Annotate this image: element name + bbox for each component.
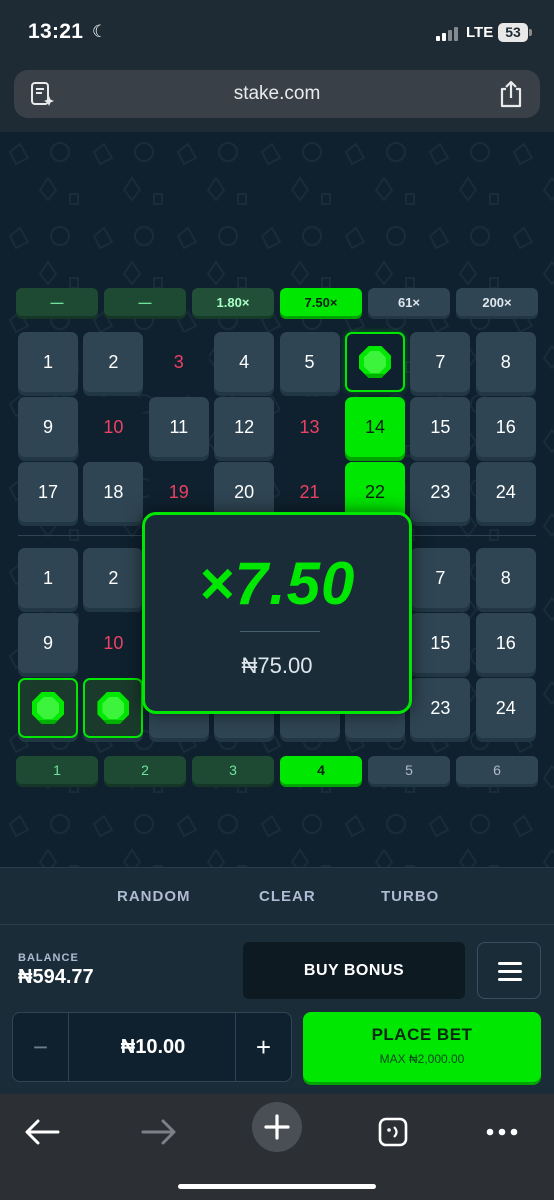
number-tile[interactable]: 7 [410,548,471,608]
tabs-icon[interactable] [371,1110,415,1154]
status-time: 13:21 [28,20,84,43]
win-multiplier: ×7.50 [198,550,356,617]
number-tile[interactable]: 7 [410,332,471,392]
number-tile[interactable]: 23 [410,678,471,738]
number-tile-miss[interactable]: 10 [83,397,144,457]
buy-bonus-button[interactable]: BUY BONUS [243,942,465,999]
multiplier-badge: — [104,288,186,316]
signal-icon [436,27,458,41]
hit-count-badge: 2 [104,756,186,784]
hit-count-badge: 3 [192,756,274,784]
hit-count-badge: 6 [456,756,538,784]
balance-label: BALANCE [18,952,79,964]
number-tile-miss[interactable]: 13 [279,397,340,457]
place-bet-button[interactable]: PLACE BET MAX ₦2,000.00 [303,1012,541,1082]
back-arrow-icon[interactable] [20,1110,64,1154]
multiplier-badge: 61× [368,288,450,316]
hit-count-badge-active: 4 [280,756,362,784]
bet-controls: RANDOM CLEAR TURBO BALANCE ₦594.77 BUY B… [0,867,554,1094]
number-tile[interactable]: 24 [475,462,536,522]
number-tile[interactable]: 16 [475,613,536,673]
number-tile[interactable]: 9 [18,613,78,673]
number-tile[interactable]: 12 [214,397,275,457]
bet-amount-stepper: − ₦10.00 + [12,1012,292,1082]
number-tile[interactable]: 23 [410,462,471,522]
increase-bet-button[interactable]: + [235,1013,291,1081]
number-tile[interactable]: 2 [83,332,144,392]
gem-tile[interactable] [18,678,78,738]
number-tile[interactable]: 5 [279,332,340,392]
multiplier-badge: 1.80× [192,288,274,316]
gem-icon [32,692,64,724]
url-text[interactable]: stake.com [14,83,540,105]
number-tile[interactable]: 24 [475,678,536,738]
hit-count-badge: 1 [16,756,98,784]
moon-icon: ☾ [92,22,108,41]
number-tile[interactable]: 8 [475,548,536,608]
battery-icon: 53 [498,23,532,42]
browser-header: stake.com [0,62,554,132]
number-tile[interactable]: 2 [83,548,144,608]
number-tile[interactable]: 16 [475,397,536,457]
win-amount: ₦75.00 [241,653,313,678]
multiplier-badge: 200× [456,288,538,316]
number-tile[interactable]: 9 [18,397,78,457]
max-bet-label: MAX ₦2,000.00 [379,1052,465,1066]
multiplier-badge-active: 7.50× [280,288,362,316]
home-indicator [178,1184,376,1189]
number-tile[interactable]: 17 [18,462,78,522]
number-grid-top: 1 2 3 4 5 7 8 9 10 11 12 13 14 15 16 17 … [18,332,536,522]
number-tile-miss[interactable]: 10 [83,613,144,673]
share-icon[interactable] [498,79,524,109]
random-button[interactable]: RANDOM [117,888,191,905]
number-tile-hit[interactable]: 14 [344,397,405,457]
gem-tile[interactable] [83,678,144,738]
balance-value: ₦594.77 [18,966,94,988]
turbo-button[interactable]: TURBO [381,888,439,905]
payout-multipliers: — — 1.80× 7.50× 61× 200× [16,288,538,316]
hit-count-row: 1 2 3 4 5 6 [16,756,538,784]
keno-game-board: — — 1.80× 7.50× 61× 200× 1 2 3 4 5 7 8 9… [0,132,554,867]
number-tile[interactable]: 8 [475,332,536,392]
new-tab-icon[interactable] [252,1102,302,1152]
win-popup: ×7.50 ₦75.00 [142,512,412,714]
number-tile[interactable]: 4 [214,332,275,392]
hamburger-icon-line [498,978,522,981]
gem-tile[interactable] [344,332,405,392]
status-bar: 13:21 ☾ LTE 53 [0,0,554,62]
number-tile-miss[interactable]: 3 [148,332,209,392]
hamburger-icon [498,962,522,965]
number-tile[interactable]: 1 [18,332,78,392]
bet-amount-field[interactable]: ₦10.00 [69,1013,237,1081]
action-tabs: RANDOM CLEAR TURBO [0,867,554,925]
place-bet-label: PLACE BET [371,1025,473,1044]
number-tile[interactable]: 18 [83,462,144,522]
forward-arrow-icon[interactable] [137,1110,181,1154]
gem-icon [358,346,391,378]
number-tile[interactable]: 11 [148,397,209,457]
multiplier-badge: — [16,288,98,316]
network-label: LTE [466,24,494,41]
hamburger-icon-line [498,970,522,973]
menu-button[interactable] [477,942,541,999]
url-bar[interactable]: stake.com [14,70,540,118]
win-divider [240,631,320,632]
clear-button[interactable]: CLEAR [259,888,316,905]
decrease-bet-button[interactable]: − [13,1013,69,1081]
more-icon[interactable] [480,1110,524,1154]
number-tile[interactable]: 15 [410,613,471,673]
number-tile[interactable]: 15 [410,397,471,457]
number-tile[interactable]: 1 [18,548,78,608]
hit-count-badge: 5 [368,756,450,784]
gem-icon [97,692,130,724]
